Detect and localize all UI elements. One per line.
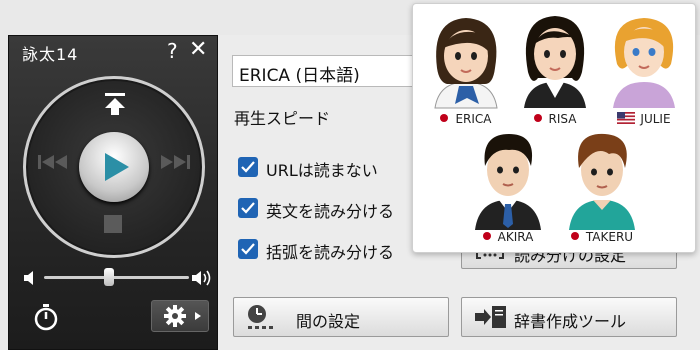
julie-avatar xyxy=(613,18,675,108)
next-icon[interactable] xyxy=(160,153,190,175)
voice-name: RISA xyxy=(512,112,598,126)
voice-picker-popup: ERICA RISA JULIE AKIRA TAKERU xyxy=(412,3,696,253)
app-title: 詠太14 xyxy=(22,45,79,64)
settings-button[interactable] xyxy=(151,300,209,332)
red-dot-icon xyxy=(440,114,449,122)
pause-settings-label: 間の設定 xyxy=(296,312,361,331)
check-icon xyxy=(241,202,255,214)
volume-slider[interactable] xyxy=(44,268,189,286)
play-icon xyxy=(105,153,129,181)
checkbox-label: URLは読まない xyxy=(266,161,378,180)
dictionary-tool-label: 辞書作成ツール xyxy=(514,312,627,331)
voice-select[interactable]: ERICA (日本語) xyxy=(232,55,432,87)
go-to-top-icon[interactable] xyxy=(102,91,128,121)
voice-name: AKIRA xyxy=(465,230,551,244)
volume-high-icon xyxy=(192,270,211,286)
checkbox-label: 括弧を読み分ける xyxy=(266,243,395,262)
us-flag-icon xyxy=(617,112,636,124)
voice-name: TAKERU xyxy=(559,230,645,244)
speed-label: 再生スピード xyxy=(234,109,331,128)
voice-option-erica[interactable]: ERICA xyxy=(423,8,509,130)
player-panel: 詠太14 ? ✕ xyxy=(8,35,218,350)
checkbox-checked[interactable] xyxy=(238,239,258,259)
voice-option-risa[interactable]: RISA xyxy=(512,8,598,130)
close-button[interactable]: ✕ xyxy=(189,37,207,62)
volume-slider-handle[interactable] xyxy=(104,268,114,286)
check-icon xyxy=(241,161,255,173)
akira-avatar xyxy=(475,134,541,230)
dictionary-tool-button[interactable]: 辞書作成ツール xyxy=(461,297,677,337)
menu-arrow-icon xyxy=(195,312,201,320)
timer-icon[interactable] xyxy=(34,303,58,335)
help-button[interactable]: ? xyxy=(167,39,178,63)
red-dot-icon xyxy=(533,114,542,122)
red-dot-icon xyxy=(570,232,579,240)
red-dot-icon xyxy=(482,232,491,240)
previous-icon[interactable] xyxy=(38,153,68,175)
voice-option-takeru[interactable]: TAKERU xyxy=(559,126,645,248)
volume-low-icon xyxy=(24,271,33,285)
dictionary-icon xyxy=(475,306,506,328)
voice-option-akira[interactable]: AKIRA xyxy=(465,126,551,248)
checkbox-checked[interactable] xyxy=(238,157,258,177)
pause-settings-button[interactable]: 間の設定 xyxy=(233,297,449,337)
risa-avatar xyxy=(524,16,586,108)
checkbox-label: 英文を読み分ける xyxy=(266,202,395,221)
checkbox-checked[interactable] xyxy=(238,198,258,218)
pause-timing-icon xyxy=(248,305,273,329)
volume-control xyxy=(23,268,211,288)
stop-icon[interactable] xyxy=(104,215,122,233)
voice-name: ERICA xyxy=(423,112,509,126)
gear-icon xyxy=(164,305,186,327)
takeru-avatar xyxy=(569,133,635,230)
check-icon xyxy=(241,243,255,255)
voice-name: JULIE xyxy=(601,112,687,126)
playback-dial xyxy=(23,76,205,258)
voice-option-julie[interactable]: JULIE xyxy=(601,8,687,130)
erica-avatar xyxy=(434,18,498,109)
play-button[interactable] xyxy=(79,132,149,202)
